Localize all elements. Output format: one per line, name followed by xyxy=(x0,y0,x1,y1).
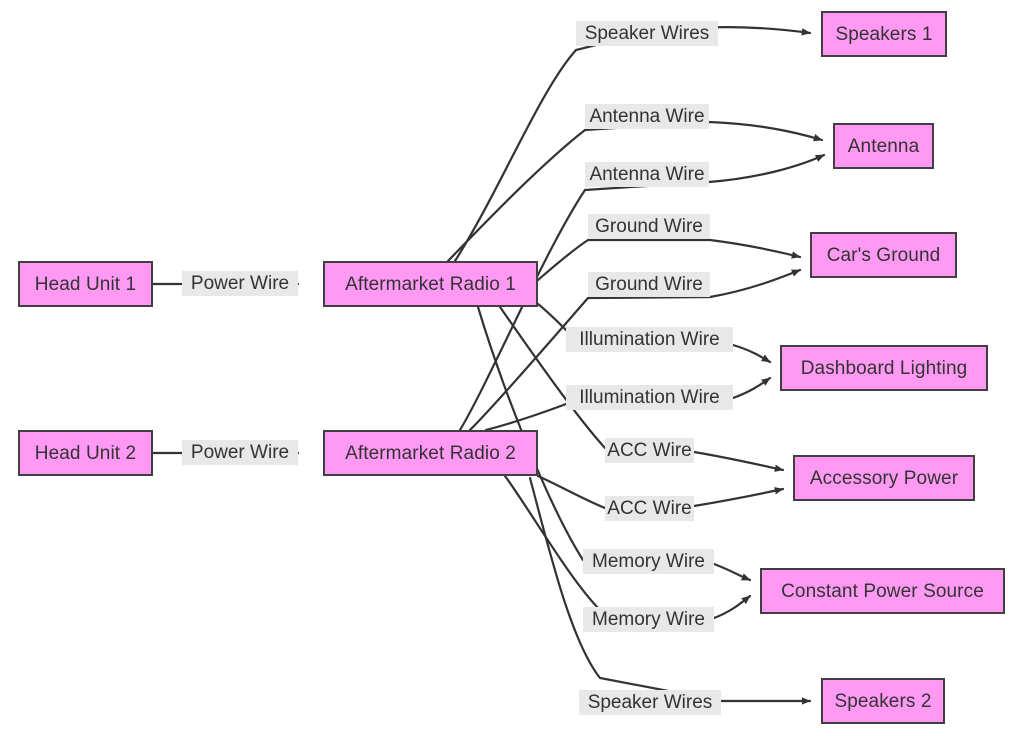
edge-label-memory-wire-1: Memory Wire xyxy=(583,549,714,574)
node-label: Dashboard Lighting xyxy=(800,357,968,379)
node-label: Head Unit 2 xyxy=(34,442,137,464)
node-aftermarket-radio-1[interactable]: Aftermarket Radio 1 xyxy=(323,261,538,307)
edge-label-illumination-wire-1: Illumination Wire xyxy=(566,327,733,352)
node-head-unit-2[interactable]: Head Unit 2 xyxy=(18,430,153,476)
node-label: Speakers 2 xyxy=(834,690,932,712)
node-speakers-1[interactable]: Speakers 1 xyxy=(821,11,947,57)
edge-label-acc-wire-1: ACC Wire xyxy=(605,438,694,463)
edge-label-acc-wire-2: ACC Wire xyxy=(605,496,694,521)
edge-label-ground-wire-1: Ground Wire xyxy=(588,214,710,239)
node-label: Head Unit 1 xyxy=(34,273,137,295)
node-accessory-power[interactable]: Accessory Power xyxy=(793,455,975,501)
node-label: Aftermarket Radio 1 xyxy=(345,273,516,295)
edge-label-illumination-wire-2: Illumination Wire xyxy=(566,385,733,410)
node-dashboard-lighting[interactable]: Dashboard Lighting xyxy=(780,345,988,391)
edge-label-speaker-wires-2: Speaker Wires xyxy=(579,690,721,715)
node-antenna[interactable]: Antenna xyxy=(833,123,934,169)
node-label: Antenna xyxy=(847,135,920,157)
node-label: Speakers 1 xyxy=(835,23,933,45)
edge-label-antenna-wire-1: Antenna Wire xyxy=(585,104,709,129)
node-speakers-2[interactable]: Speakers 2 xyxy=(821,678,945,724)
edge-antenna-wire-1 xyxy=(446,120,824,263)
edge-label-ground-wire-2: Ground Wire xyxy=(588,272,710,297)
node-head-unit-1[interactable]: Head Unit 1 xyxy=(18,261,153,307)
node-constant-power-source[interactable]: Constant Power Source xyxy=(760,568,1005,614)
edge-label-power-wire-2: Power Wire xyxy=(182,440,298,465)
node-label: Aftermarket Radio 2 xyxy=(345,442,516,464)
node-aftermarket-radio-2[interactable]: Aftermarket Radio 2 xyxy=(323,430,538,476)
flowchart-canvas: Head Unit 1 Aftermarket Radio 1 Head Uni… xyxy=(0,0,1024,736)
node-label: Accessory Power xyxy=(809,467,959,489)
node-cars-ground[interactable]: Car's Ground xyxy=(810,232,957,278)
node-label: Constant Power Source xyxy=(781,580,984,602)
node-label: Car's Ground xyxy=(826,244,941,266)
edge-label-antenna-wire-2: Antenna Wire xyxy=(585,162,709,187)
edge-label-power-wire-1: Power Wire xyxy=(182,271,298,296)
edge-label-memory-wire-2: Memory Wire xyxy=(583,607,714,632)
edge-label-speaker-wires-1: Speaker Wires xyxy=(576,21,718,46)
